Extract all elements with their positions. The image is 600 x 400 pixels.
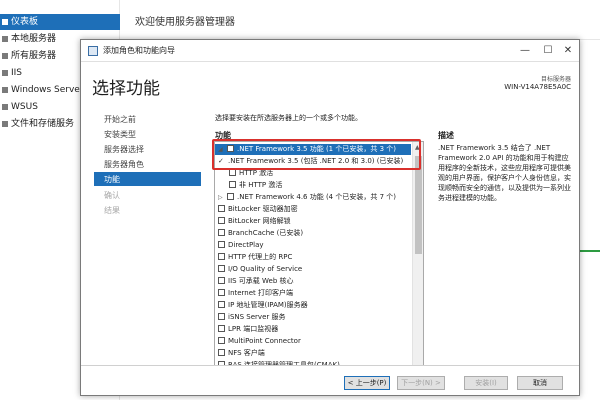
wizard-step-features[interactable]: 功能: [104, 174, 120, 185]
feature-label: BitLocker 网络解锁: [228, 217, 291, 225]
windows-server-icon: [2, 86, 8, 93]
wizard-step-server-selection[interactable]: 服务器选择: [104, 144, 144, 155]
expand-arrow-icon[interactable]: ▷: [218, 192, 225, 203]
feature-label: IIS 可承载 Web 核心: [228, 277, 294, 285]
storage-icon: [2, 120, 8, 127]
close-button[interactable]: ✕: [560, 43, 576, 59]
feature-label: DirectPlay: [228, 241, 264, 249]
checkbox[interactable]: [218, 325, 225, 332]
feature-row-bitlocker-unlock[interactable]: BitLocker 网络解锁: [215, 216, 411, 227]
feature-label: iSNS Server 服务: [228, 313, 286, 321]
sidebar-item-label: IIS: [11, 68, 23, 78]
checkbox[interactable]: [229, 181, 236, 188]
feature-row-rpc-http[interactable]: HTTP 代理上的 RPC: [215, 252, 411, 263]
feature-label: Internet 打印客户端: [228, 289, 294, 297]
checkbox[interactable]: [218, 301, 225, 308]
wizard-step-installation-type[interactable]: 安装类型: [104, 129, 136, 140]
servers-icon: [2, 52, 8, 59]
checkbox[interactable]: [218, 313, 225, 320]
feature-label: NFS 客户端: [228, 349, 265, 357]
checkbox[interactable]: [218, 241, 225, 248]
annotation-highlight-box: [212, 139, 421, 170]
page-title: 选择功能: [92, 79, 160, 99]
wizard-step-results: 结果: [104, 206, 120, 215]
instructions-text: 选择要安装在所选服务器上的一个或多个功能。: [215, 114, 362, 122]
target-server-name: WIN-V14A78E5A0C: [504, 83, 571, 91]
checkbox[interactable]: [218, 253, 225, 260]
feature-label: .NET Framework 4.6 功能 (4 个已安装，共 7 个): [237, 193, 396, 201]
feature-label: 非 HTTP 激活: [239, 181, 283, 189]
iis-icon: [2, 69, 8, 76]
feature-row-lpr-monitor[interactable]: LPR 端口监视器: [215, 324, 411, 335]
wizard-step-confirmation: 确认: [104, 191, 120, 200]
feature-row-iis-hostable-core[interactable]: IIS 可承载 Web 核心: [215, 276, 411, 287]
checkbox[interactable]: [218, 337, 225, 344]
feature-label: LPR 端口监视器: [228, 325, 279, 333]
minimize-button[interactable]: —: [517, 43, 533, 59]
server-icon: [2, 35, 8, 42]
feature-row-multipoint[interactable]: MultiPoint Connector: [215, 336, 411, 347]
cancel-button[interactable]: 取消: [517, 376, 563, 390]
sidebar-item-label: 本地服务器: [11, 34, 57, 44]
checkbox[interactable]: [229, 169, 236, 176]
install-button[interactable]: 安装(I): [464, 376, 508, 390]
previous-button[interactable]: < 上一步(P): [344, 376, 390, 390]
features-scrollbar[interactable]: ▲ ▼: [412, 142, 423, 378]
sidebar-item-label: 文件和存储服务: [11, 119, 75, 129]
feature-label: I/O Quality of Service: [228, 265, 303, 273]
wizard-app-icon: [88, 46, 98, 56]
add-roles-features-wizard: 添加角色和功能向导 — ☐ ✕ 选择功能 目标服务器 WIN-V14A78E5A…: [80, 39, 580, 396]
feature-row-nfs-client[interactable]: NFS 客户端: [215, 348, 411, 359]
feature-label: IP 地址管理(IPAM)服务器: [228, 301, 308, 309]
feature-row-internet-printing[interactable]: Internet 打印客户端: [215, 288, 411, 299]
feature-row-directplay[interactable]: DirectPlay: [215, 240, 411, 251]
maximize-button[interactable]: ☐: [540, 43, 556, 59]
feature-label: BranchCache (已安装): [228, 229, 304, 237]
wizard-title: 添加角色和功能向导: [103, 46, 175, 55]
feature-row-io-qos[interactable]: I/O Quality of Service: [215, 264, 411, 275]
feature-row-bitlocker[interactable]: BitLocker 驱动器加密: [215, 204, 411, 215]
feature-row-netfx46[interactable]: ▷ .NET Framework 4.6 功能 (4 个已安装，共 7 个): [215, 192, 411, 203]
description-header: 描述: [438, 131, 454, 140]
feature-row-non-http-activation[interactable]: 非 HTTP 激活: [215, 180, 411, 191]
checkbox[interactable]: [218, 217, 225, 224]
screen: 仪表板 本地服务器 所有服务器 IIS Windows Server WSUS …: [0, 0, 600, 400]
dashboard-icon: [2, 18, 8, 25]
sidebar-item-label: Windows Server: [11, 85, 84, 95]
feature-label: BitLocker 驱动器加密: [228, 205, 298, 213]
wizard-step-before-you-begin[interactable]: 开始之前: [104, 114, 136, 125]
scrollbar-thumb[interactable]: [415, 156, 422, 254]
feature-row-isns[interactable]: iSNS Server 服务: [215, 312, 411, 323]
features-tree[interactable]: ◢ .NET Framework 3.5 功能 (1 个已安装，共 3 个) ✓.…: [214, 141, 424, 379]
feature-description: .NET Framework 3.5 结合了 .NET Framework 2.…: [438, 144, 571, 202]
feature-row-ipam[interactable]: IP 地址管理(IPAM)服务器: [215, 300, 411, 311]
feature-label: HTTP 代理上的 RPC: [228, 253, 293, 261]
wsus-icon: [2, 103, 8, 110]
partial-checkbox[interactable]: [227, 193, 234, 200]
feature-label: MultiPoint Connector: [228, 337, 301, 345]
checkbox[interactable]: [218, 265, 225, 272]
next-button[interactable]: 下一步(N) >: [397, 376, 445, 390]
wizard-step-server-roles[interactable]: 服务器角色: [104, 159, 144, 170]
feature-label: HTTP 激活: [239, 169, 274, 177]
welcome-title: 欢迎使用服务器管理器: [135, 17, 235, 28]
checkbox[interactable]: [218, 205, 225, 212]
feature-row-branchcache[interactable]: BranchCache (已安装): [215, 228, 411, 239]
sidebar-item-dashboard[interactable]: 仪表板: [0, 14, 120, 30]
checkbox[interactable]: [218, 349, 225, 356]
sidebar-item-label: 仪表板: [11, 17, 39, 27]
checkbox[interactable]: [218, 289, 225, 296]
checkbox[interactable]: [218, 229, 225, 236]
sidebar-item-label: 所有服务器: [11, 51, 57, 61]
checkbox[interactable]: [218, 277, 225, 284]
target-server-label: 目标服务器: [540, 76, 571, 83]
sidebar-item-label: WSUS: [11, 102, 38, 112]
